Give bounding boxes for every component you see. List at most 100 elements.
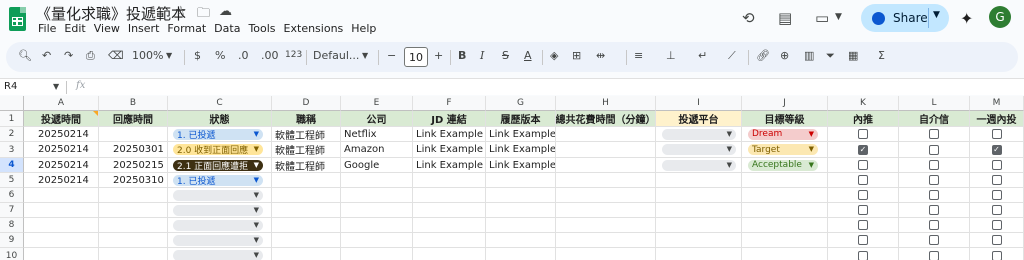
grid-cell[interactable]: Google	[341, 158, 413, 173]
zoom-select[interactable]: 100%	[132, 49, 163, 62]
grid-cell[interactable]: Dream ▼	[742, 127, 828, 142]
status-dropdown[interactable]: 1. 已投遞 ▼	[173, 128, 263, 140]
row-header-5[interactable]: 5	[0, 173, 24, 188]
grid-cell[interactable]	[486, 188, 556, 203]
grid-cell[interactable]	[341, 203, 413, 218]
share-button[interactable]: Share ▼	[861, 4, 949, 32]
grid-cell[interactable]	[99, 203, 168, 218]
horizontal-align-icon[interactable]: ≡	[634, 49, 643, 62]
grid-cell[interactable]	[341, 188, 413, 203]
avatar[interactable]: G	[989, 6, 1011, 28]
referral-checkbox[interactable]	[858, 235, 868, 245]
grid-cell[interactable]	[341, 233, 413, 248]
grid-cell[interactable]	[828, 203, 899, 218]
grid-cell[interactable]	[272, 218, 341, 233]
column-header-l[interactable]: L	[899, 96, 970, 111]
grid-cell[interactable]: 20250301	[99, 142, 168, 158]
header-cell-g[interactable]: 履歷版本	[486, 111, 556, 127]
grid-cell[interactable]	[656, 173, 742, 188]
grid-cell[interactable]	[99, 248, 168, 260]
grid-cell[interactable]: Link Example #1	[413, 142, 486, 158]
within-week-checkbox[interactable]	[991, 190, 1002, 200]
grid-cell[interactable]	[556, 218, 656, 233]
zoom-dropdown-icon[interactable]: ▼	[166, 51, 172, 60]
grid-cell[interactable]: 20250214	[24, 142, 99, 158]
menu-data[interactable]: Data	[212, 22, 246, 35]
header-cell-k[interactable]: 內推	[828, 111, 899, 127]
grid-cell[interactable]	[899, 218, 970, 233]
row-header-9[interactable]: 9	[0, 233, 24, 248]
grid-cell[interactable]: Target ▼	[742, 142, 828, 158]
grid-cell[interactable]	[556, 142, 656, 158]
header-cell-h[interactable]: 總共花費時間（分鐘）	[556, 111, 656, 127]
referral-checkbox[interactable]	[858, 220, 868, 230]
grid-cell[interactable]	[556, 173, 656, 188]
grid-cell[interactable]: 1. 已投遞 ▼	[168, 127, 272, 142]
text-color-button[interactable]: A	[524, 49, 532, 62]
menu-insert[interactable]: Insert	[126, 22, 166, 35]
grid-cell[interactable]	[656, 218, 742, 233]
paint-format-icon[interactable]: ⌫	[108, 49, 124, 62]
cover-letter-checkbox[interactable]	[929, 235, 939, 245]
grid-cell[interactable]	[656, 203, 742, 218]
platform-dropdown[interactable]: ▼	[662, 128, 736, 140]
grid-cell[interactable]	[24, 233, 99, 248]
grid-cell[interactable]: 20250214	[24, 158, 99, 173]
grid-cell[interactable]	[899, 203, 970, 218]
grid-cell[interactable]	[99, 218, 168, 233]
grid-cell[interactable]	[970, 203, 1024, 218]
grid-cell[interactable]	[413, 203, 486, 218]
grid-cell[interactable]	[899, 158, 970, 173]
column-header-m[interactable]: M	[970, 96, 1024, 111]
fill-color-icon[interactable]: ◈	[550, 49, 558, 62]
grid-cell[interactable]: 20250214	[24, 127, 99, 142]
grid-cell[interactable]: 2.0 收到正面回應 ▼	[168, 142, 272, 158]
grid-cell[interactable]	[899, 188, 970, 203]
grid-cell[interactable]: ▼	[168, 188, 272, 203]
cover-letter-checkbox[interactable]	[929, 160, 939, 170]
grid-cell[interactable]	[828, 127, 899, 142]
menu-tools[interactable]: Tools	[246, 22, 281, 35]
grid-cell[interactable]: Link Example #2	[486, 142, 556, 158]
redo-icon[interactable]: ↷	[64, 49, 73, 62]
menu-help[interactable]: Help	[349, 22, 382, 35]
status-dropdown[interactable]: ▼	[173, 189, 263, 201]
comments-icon[interactable]: ▤	[778, 9, 792, 27]
strikethrough-button[interactable]: S	[502, 49, 509, 62]
cover-letter-checkbox[interactable]	[929, 205, 939, 215]
column-header-a[interactable]: A	[24, 96, 99, 111]
column-header-h[interactable]: H	[556, 96, 656, 111]
grid-cell[interactable]: 2.1 正面回應遭拒 ▼	[168, 158, 272, 173]
header-cell-d[interactable]: 職稱	[272, 111, 341, 127]
version-history-icon[interactable]: ⟲	[742, 9, 755, 27]
grid-cell[interactable]	[486, 248, 556, 260]
grid-cell[interactable]	[486, 218, 556, 233]
percent-format-button[interactable]: %	[215, 49, 225, 62]
row-header-1[interactable]: 1	[0, 111, 24, 127]
cover-letter-checkbox[interactable]	[929, 144, 939, 155]
gemini-icon[interactable]: ✦	[960, 9, 973, 28]
grid-cell[interactable]	[899, 127, 970, 142]
grid-cell[interactable]: 20250310	[99, 173, 168, 188]
increase-font-size-button[interactable]: +	[434, 49, 443, 62]
grid-cell[interactable]	[970, 158, 1024, 173]
grid-cell[interactable]	[742, 188, 828, 203]
menu-view[interactable]: View	[92, 22, 126, 35]
grid-cell[interactable]	[272, 248, 341, 260]
grid-cell[interactable]	[556, 233, 656, 248]
grid-cell[interactable]: Link Example #5	[413, 158, 486, 173]
header-cell-j[interactable]: 目標等級	[742, 111, 828, 127]
header-cell-c[interactable]: 狀態	[168, 111, 272, 127]
grid-cell[interactable]	[99, 233, 168, 248]
grid-cell[interactable]	[656, 233, 742, 248]
header-cell-l[interactable]: 自介信	[899, 111, 970, 127]
merge-cells-icon[interactable]: ⇹	[596, 49, 605, 62]
text-rotation-icon[interactable]: ⟋	[728, 49, 736, 63]
grid-cell[interactable]	[828, 248, 899, 260]
grid-cell[interactable]	[970, 173, 1024, 188]
grid-cell[interactable]	[272, 203, 341, 218]
grid-cell[interactable]	[970, 248, 1024, 260]
grid-cell[interactable]	[413, 188, 486, 203]
vertical-align-icon[interactable]: ⊥	[666, 49, 676, 62]
grid-cell[interactable]	[828, 218, 899, 233]
